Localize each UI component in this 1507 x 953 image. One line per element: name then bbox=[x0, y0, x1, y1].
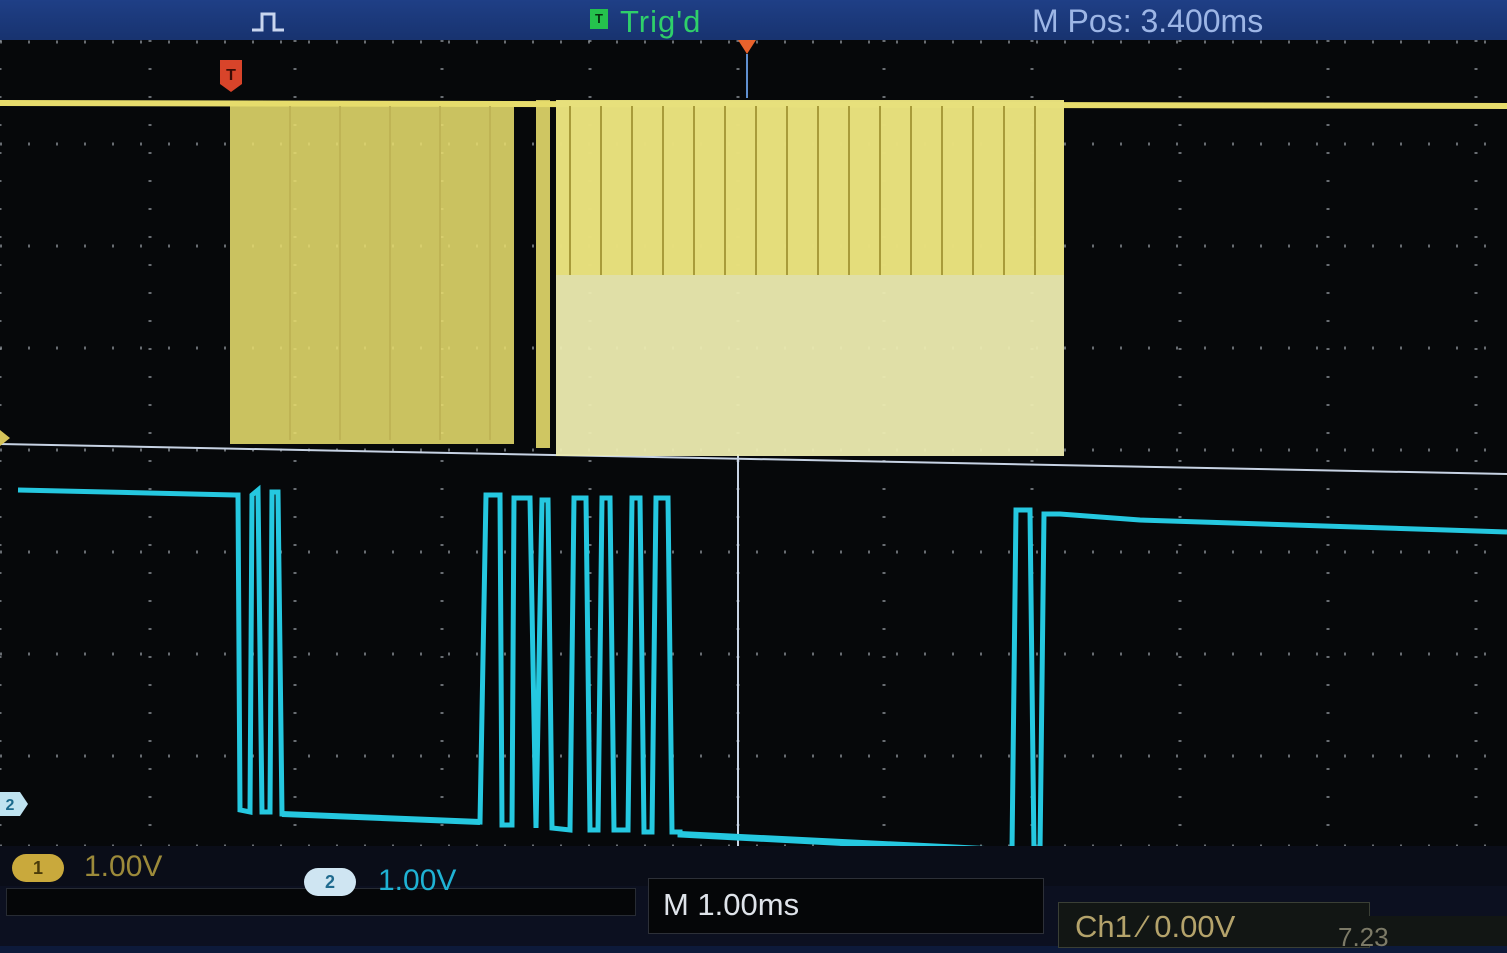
trigger-position-marker bbox=[738, 40, 756, 98]
trigger-status: Trig'd bbox=[620, 4, 702, 39]
trigger-level-marker: T bbox=[220, 60, 242, 92]
channel-2-badge: 2 bbox=[304, 868, 356, 896]
channel-2-scale: 1.00V bbox=[378, 864, 457, 897]
channel-2-trace bbox=[17, 484, 1507, 846]
channel-1-badge: 1 bbox=[12, 854, 64, 882]
ch2-ground-marker: 2 bbox=[0, 792, 28, 816]
channel-1-trace bbox=[0, 100, 1507, 456]
trigger-setting: Ch1 ∕ 0.00V bbox=[1075, 909, 1236, 944]
status-bar: T Trig'd M Pos: 3.400ms bbox=[0, 0, 1507, 42]
ch2-waveform bbox=[17, 484, 1507, 846]
frequency-readout: 7.23 bbox=[1338, 922, 1389, 952]
trigger-icon: T bbox=[590, 9, 608, 29]
trigger-setting-panel: Ch1 ∕ 0.00V bbox=[1058, 902, 1370, 948]
svg-text:2: 2 bbox=[6, 797, 15, 814]
timebase-panel: M 1.00ms bbox=[648, 878, 1044, 934]
timebase: M 1.00ms bbox=[663, 887, 800, 922]
ch2-low-level bbox=[281, 811, 481, 825]
channel-1-scale: 1.00V bbox=[84, 850, 163, 883]
settings-bar: 1 1.00V 2 1.00V M 1.00ms Ch1 ∕ 0.00V 7.2… bbox=[0, 846, 1507, 952]
waveform-display: T 2 bbox=[0, 40, 1507, 846]
svg-text:T: T bbox=[226, 67, 236, 84]
frequency-panel: 7.23 bbox=[1330, 916, 1507, 952]
horizontal-position: M Pos: 3.400ms bbox=[1032, 3, 1264, 39]
ch1-burst-block bbox=[230, 104, 514, 444]
ch1-burst-block bbox=[536, 100, 550, 448]
pulse-icon bbox=[252, 12, 284, 32]
waveform-svg: T 2 bbox=[0, 40, 1507, 846]
